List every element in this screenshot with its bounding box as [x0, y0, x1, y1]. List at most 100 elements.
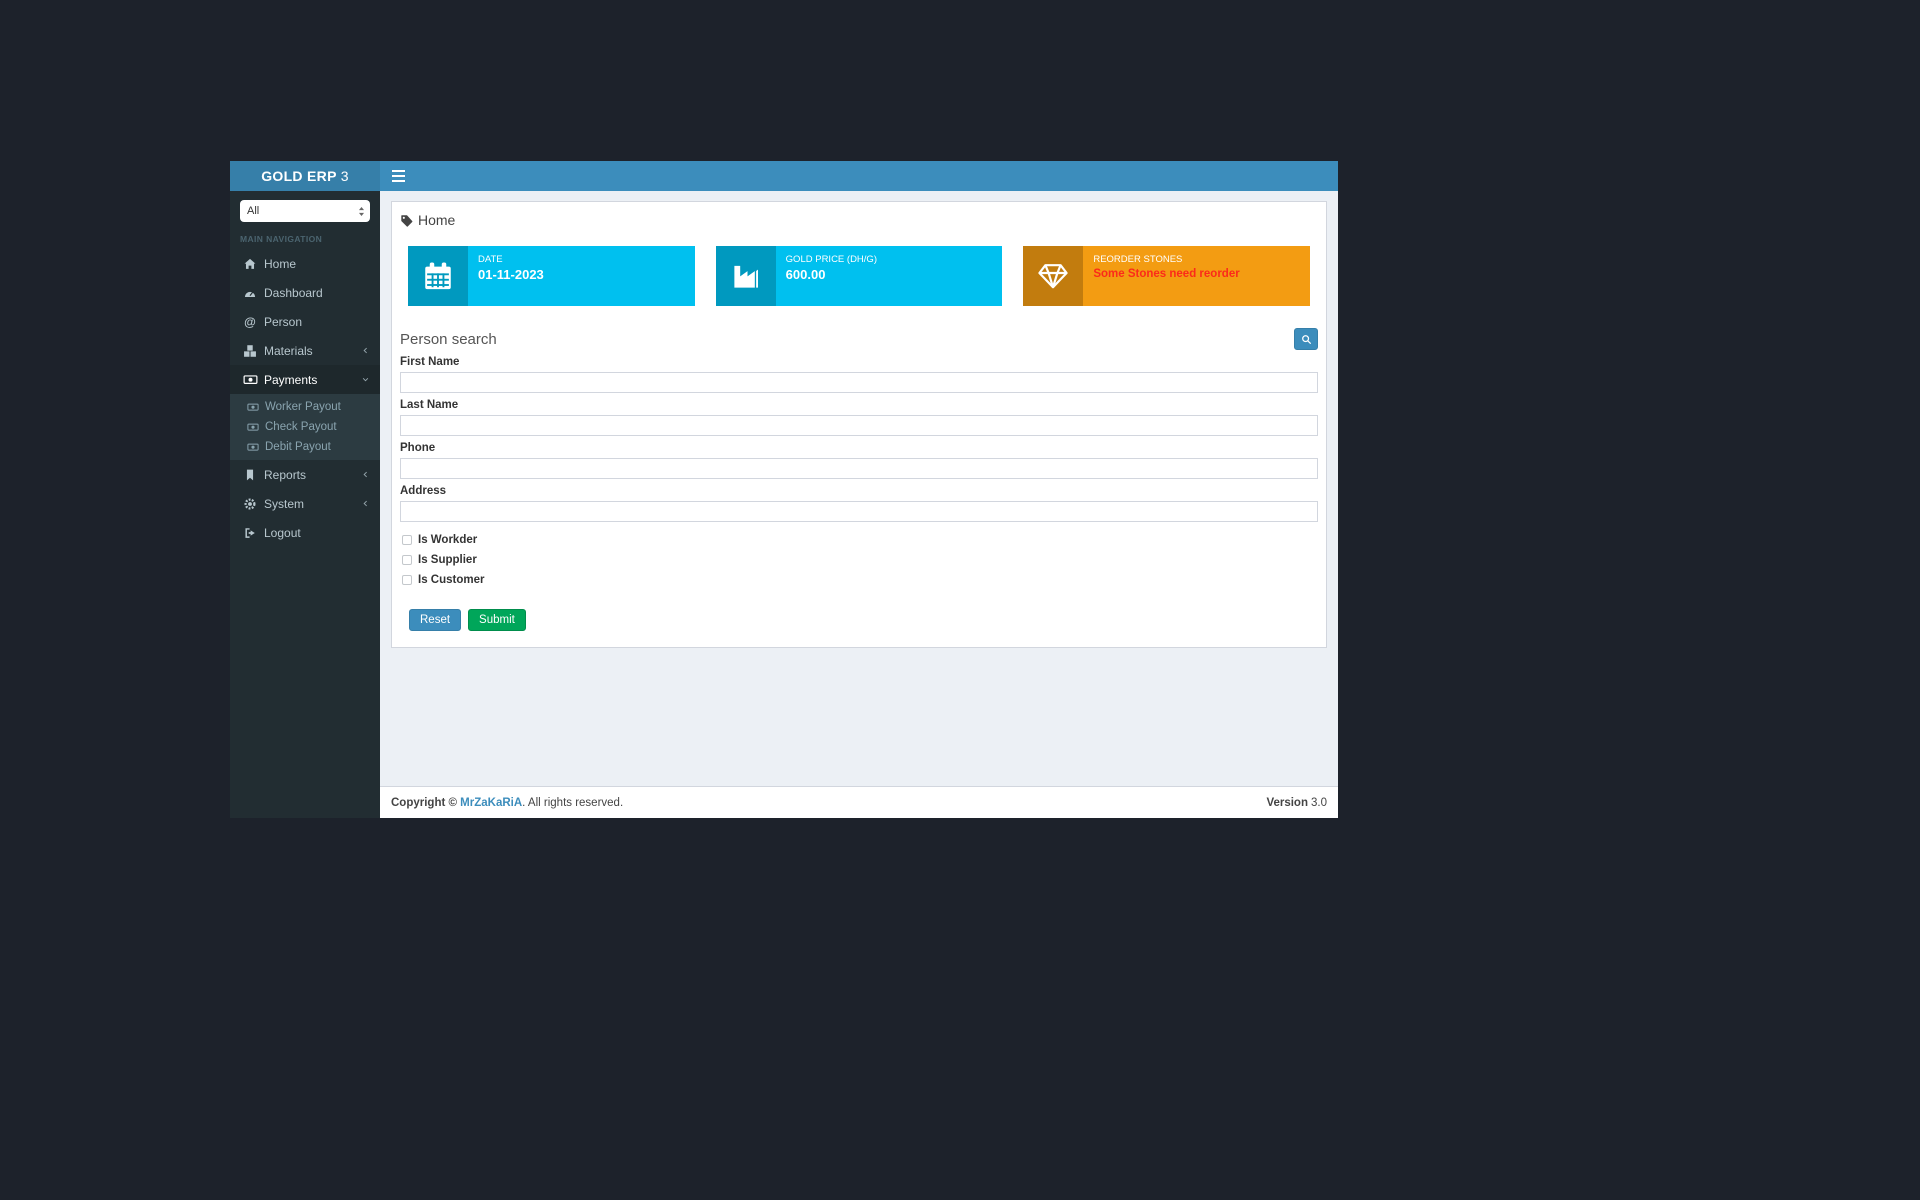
- sidebar-section-label: MAIN NAVIGATION: [230, 222, 380, 249]
- money-icon: [246, 401, 260, 413]
- page-title-text: Home: [418, 212, 455, 228]
- info-box-gold-price: GOLD PRICE (DH/G) 600.00: [716, 246, 1003, 306]
- sidebar-item-check-payout[interactable]: Check Payout: [230, 417, 380, 437]
- sidebar-item-reports[interactable]: Reports: [230, 460, 380, 489]
- address-label: Address: [400, 485, 1318, 498]
- sidebar-filter-select[interactable]: All: [240, 200, 370, 222]
- sidebar-toggle-button[interactable]: [380, 161, 417, 191]
- sidebar-item-label: Home: [264, 257, 296, 271]
- is-supplier-label: Is Supplier: [418, 554, 477, 566]
- info-box-date: DATE 01-11-2023: [408, 246, 695, 306]
- copyright: Copyright © MrZaKaRiA. All rights reserv…: [391, 797, 623, 809]
- last-name-label: Last Name: [400, 399, 1318, 412]
- sidebar-menu: Home Dashboard @ Person Materials Paymen…: [230, 249, 380, 547]
- sidebar-item-label: Reports: [264, 468, 306, 482]
- dashboard-icon: [242, 286, 258, 300]
- sidebar-item-label: Payments: [264, 373, 317, 387]
- is-worker-label: Is Workder: [418, 534, 477, 546]
- chevron-left-icon: [361, 470, 370, 479]
- version-label: Version: [1266, 797, 1308, 809]
- is-supplier-checkbox[interactable]: [402, 555, 412, 565]
- phone-field[interactable]: [400, 458, 1318, 479]
- tag-icon: [400, 214, 413, 227]
- sidebar-item-label: Debit Payout: [265, 441, 331, 453]
- form-buttons: Reset Submit: [409, 609, 1318, 631]
- sidebar: All MAIN NAVIGATION Home Dashboard @ Per…: [230, 191, 380, 818]
- chevron-down-icon: [361, 375, 370, 384]
- sidebar-filter-value: All: [247, 205, 259, 217]
- sidebar-item-label: Logout: [264, 526, 301, 540]
- sidebar-item-materials[interactable]: Materials: [230, 336, 380, 365]
- page-title: Home: [400, 210, 1318, 237]
- sidebar-item-logout[interactable]: Logout: [230, 518, 380, 547]
- is-customer-checkbox-row[interactable]: Is Customer: [400, 570, 1318, 590]
- address-field[interactable]: [400, 501, 1318, 522]
- is-customer-label: Is Customer: [418, 574, 484, 586]
- info-box-label: GOLD PRICE (DH/G): [786, 254, 877, 266]
- brand-logo[interactable]: GOLD ERP 3: [230, 161, 380, 191]
- content-area: Home DATE 01-11-2023 GOLD PRICE (DH/G): [380, 191, 1338, 786]
- gear-icon: [242, 497, 258, 511]
- is-customer-checkbox[interactable]: [402, 575, 412, 585]
- money-icon: [242, 372, 258, 387]
- first-name-field[interactable]: [400, 372, 1318, 393]
- bookmark-icon: [242, 468, 258, 482]
- sidebar-item-label: Check Payout: [265, 421, 337, 433]
- brand-name: GOLD ERP: [261, 168, 337, 184]
- brand-version: 3: [341, 168, 349, 184]
- sidebar-item-debit-payout[interactable]: Debit Payout: [230, 437, 380, 457]
- money-icon: [246, 421, 260, 433]
- copyright-prefix: Copyright ©: [391, 797, 460, 809]
- sidebar-item-home[interactable]: Home: [230, 249, 380, 278]
- main-footer: Copyright © MrZaKaRiA. All rights reserv…: [380, 786, 1338, 818]
- sidebar-item-label: Materials: [264, 344, 313, 358]
- info-box-reorder-stones: REORDER STONES Some Stones need reorder: [1023, 246, 1310, 306]
- info-box-value: 01-11-2023: [478, 266, 544, 283]
- sidebar-item-payments[interactable]: Payments: [230, 365, 380, 394]
- home-panel: Home DATE 01-11-2023 GOLD PRICE (DH/G): [391, 201, 1327, 648]
- top-navbar: [380, 161, 1338, 191]
- reset-button[interactable]: Reset: [409, 609, 461, 631]
- at-icon: @: [242, 316, 258, 328]
- sidebar-item-worker-payout[interactable]: Worker Payout: [230, 397, 380, 417]
- version-value: 3.0: [1311, 797, 1327, 809]
- info-box-row: DATE 01-11-2023 GOLD PRICE (DH/G) 600.00: [408, 246, 1310, 306]
- main-header: GOLD ERP 3: [230, 161, 1338, 191]
- submit-button[interactable]: Submit: [468, 609, 526, 631]
- is-supplier-checkbox-row[interactable]: Is Supplier: [400, 550, 1318, 570]
- payments-submenu: Worker Payout Check Payout Debit Payout: [230, 394, 380, 460]
- sidebar-item-label: Worker Payout: [265, 401, 341, 413]
- cubes-icon: [242, 344, 258, 358]
- factory-icon: [716, 246, 776, 306]
- is-worker-checkbox-row[interactable]: Is Workder: [400, 530, 1318, 550]
- content-wrapper: Home DATE 01-11-2023 GOLD PRICE (DH/G): [380, 191, 1338, 818]
- last-name-field[interactable]: [400, 415, 1318, 436]
- sidebar-item-system[interactable]: System: [230, 489, 380, 518]
- checkbox-group: Is Workder Is Supplier Is Customer: [400, 530, 1318, 590]
- chevron-left-icon: [361, 346, 370, 355]
- is-worker-checkbox[interactable]: [402, 535, 412, 545]
- phone-label: Phone: [400, 442, 1318, 455]
- calendar-icon: [408, 246, 468, 306]
- sidebar-item-label: Person: [264, 315, 302, 329]
- person-search-header: Person search: [400, 328, 1318, 350]
- search-button[interactable]: [1294, 328, 1318, 350]
- first-name-label: First Name: [400, 356, 1318, 369]
- logout-icon: [242, 526, 258, 540]
- sidebar-item-dashboard[interactable]: Dashboard: [230, 278, 380, 307]
- section-title: Person search: [400, 331, 497, 348]
- search-icon: [1301, 334, 1312, 345]
- chevron-left-icon: [361, 499, 370, 508]
- sidebar-item-label: System: [264, 497, 304, 511]
- diamond-icon: [1023, 246, 1083, 306]
- version-info: Version3.0: [1266, 797, 1327, 809]
- sidebar-item-label: Dashboard: [264, 286, 323, 300]
- sidebar-item-person[interactable]: @ Person: [230, 307, 380, 336]
- hamburger-icon: [392, 170, 405, 182]
- info-box-label: DATE: [478, 254, 544, 266]
- select-spinner-icon: [358, 206, 365, 217]
- app-window: GOLD ERP 3 All MAIN NAVIGATION Home Dash…: [230, 161, 1338, 818]
- person-search-form: First Name Last Name Phone Address: [400, 356, 1318, 631]
- money-icon: [246, 441, 260, 453]
- author-link[interactable]: MrZaKaRiA: [460, 797, 522, 809]
